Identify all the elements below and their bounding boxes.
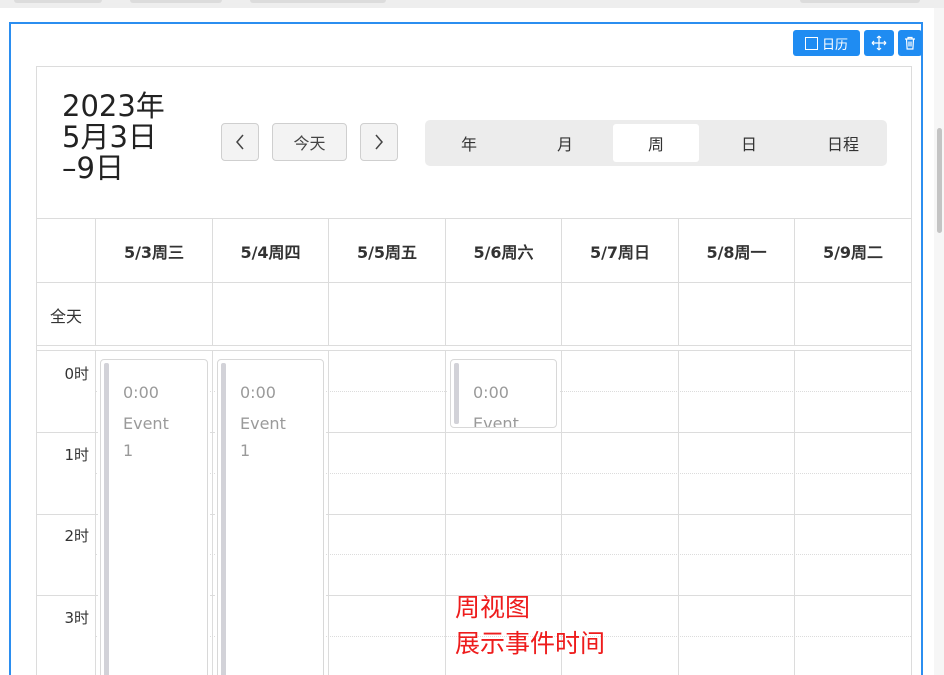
grid-divider <box>794 283 795 346</box>
day-header: 5/6周六 <box>445 219 561 283</box>
event-color-bar <box>221 363 226 675</box>
event-title: Event 1 <box>123 414 169 460</box>
chevron-left-icon <box>236 134 244 150</box>
allday-label: 全天 <box>49 306 82 326</box>
calendar-box-icon <box>804 36 818 50</box>
grid-divider <box>212 283 213 346</box>
calendar-header: 2023年 5月3日 –9日 今天 年 月 周 日 日程 <box>37 67 911 219</box>
calendar-widget-button[interactable]: 日历 <box>793 30 860 56</box>
top-tab-strip <box>0 0 944 8</box>
event-color-bar <box>104 363 109 675</box>
view-week[interactable]: 周 <box>613 124 699 162</box>
grid-divider <box>445 283 446 346</box>
title-line: 5月3日 <box>62 120 157 154</box>
title-line: –9日 <box>62 151 124 185</box>
event-card[interactable]: 0:00 Event 1 <box>217 359 324 675</box>
calendar-widget-label: 日历 <box>821 37 848 53</box>
day-header-row: 5/3周三 5/4周四 5/5周五 5/6周六 5/7周日 5/8周一 5/9周… <box>37 219 911 283</box>
event-time: 0:00 <box>123 383 159 402</box>
event-time: 0:00 <box>473 383 509 402</box>
scrollbar-thumb[interactable] <box>937 128 942 233</box>
annotation-line: 周视图 <box>455 593 531 622</box>
grid-divider <box>212 351 213 675</box>
hour-label: 2时 <box>64 527 89 545</box>
event-title: Event <box>473 414 519 428</box>
view-month[interactable]: 月 <box>521 120 609 166</box>
grid-divider <box>561 283 562 346</box>
calendar-title: 2023年 5月3日 –9日 <box>62 91 212 184</box>
move-button[interactable] <box>864 30 894 56</box>
hour-label: 1时 <box>64 446 89 464</box>
day-header: 5/3周三 <box>95 219 212 283</box>
day-header: 5/8周一 <box>678 219 794 283</box>
view-year[interactable]: 年 <box>425 120 513 166</box>
day-header: 5/5周五 <box>328 219 445 283</box>
calendar: 2023年 5月3日 –9日 今天 年 月 周 日 日程 5/3周三 5/4周四… <box>36 66 912 675</box>
view-switcher: 年 月 周 日 日程 <box>425 120 887 166</box>
grid-divider <box>678 283 679 346</box>
next-button[interactable] <box>360 123 398 161</box>
annotation-text: 周视图 展示事件时间 <box>455 590 605 662</box>
day-header: 5/7周日 <box>561 219 678 283</box>
chevron-right-icon <box>375 134 383 150</box>
top-tab[interactable] <box>130 0 222 3</box>
hour-label: 0时 <box>64 365 89 383</box>
move-icon <box>871 35 887 51</box>
grid-divider <box>445 351 446 675</box>
grid-divider <box>328 283 329 346</box>
view-day[interactable]: 日 <box>705 120 793 166</box>
day-header: 5/4周四 <box>212 219 328 283</box>
event-card[interactable]: 0:00 Event 1 <box>100 359 208 675</box>
widget-toolbar: 日历 <box>793 30 922 56</box>
title-line: 2023年 <box>62 89 165 123</box>
event-color-bar <box>454 363 459 424</box>
top-tab[interactable] <box>14 0 102 3</box>
event-title: Event 1 <box>240 414 286 460</box>
grid-divider <box>95 351 96 675</box>
event-card[interactable]: 0:00 Event <box>450 359 557 428</box>
view-agenda[interactable]: 日程 <box>799 120 887 166</box>
annotation-line: 展示事件时间 <box>455 629 606 658</box>
delete-button[interactable] <box>898 30 922 56</box>
grid-divider <box>794 351 795 675</box>
top-tab[interactable] <box>250 0 386 3</box>
day-header: 5/9周二 <box>794 219 911 283</box>
today-button[interactable]: 今天 <box>272 123 347 161</box>
allday-row[interactable]: 全天 <box>37 283 911 346</box>
grid-divider <box>328 351 329 675</box>
prev-button[interactable] <box>221 123 259 161</box>
top-tab[interactable] <box>800 0 920 3</box>
hour-label: 3时 <box>64 609 89 627</box>
page-scrollbar[interactable] <box>934 8 944 675</box>
grid-divider <box>678 351 679 675</box>
grid-divider <box>95 283 96 346</box>
event-time: 0:00 <box>240 383 276 402</box>
trash-icon <box>905 36 915 50</box>
